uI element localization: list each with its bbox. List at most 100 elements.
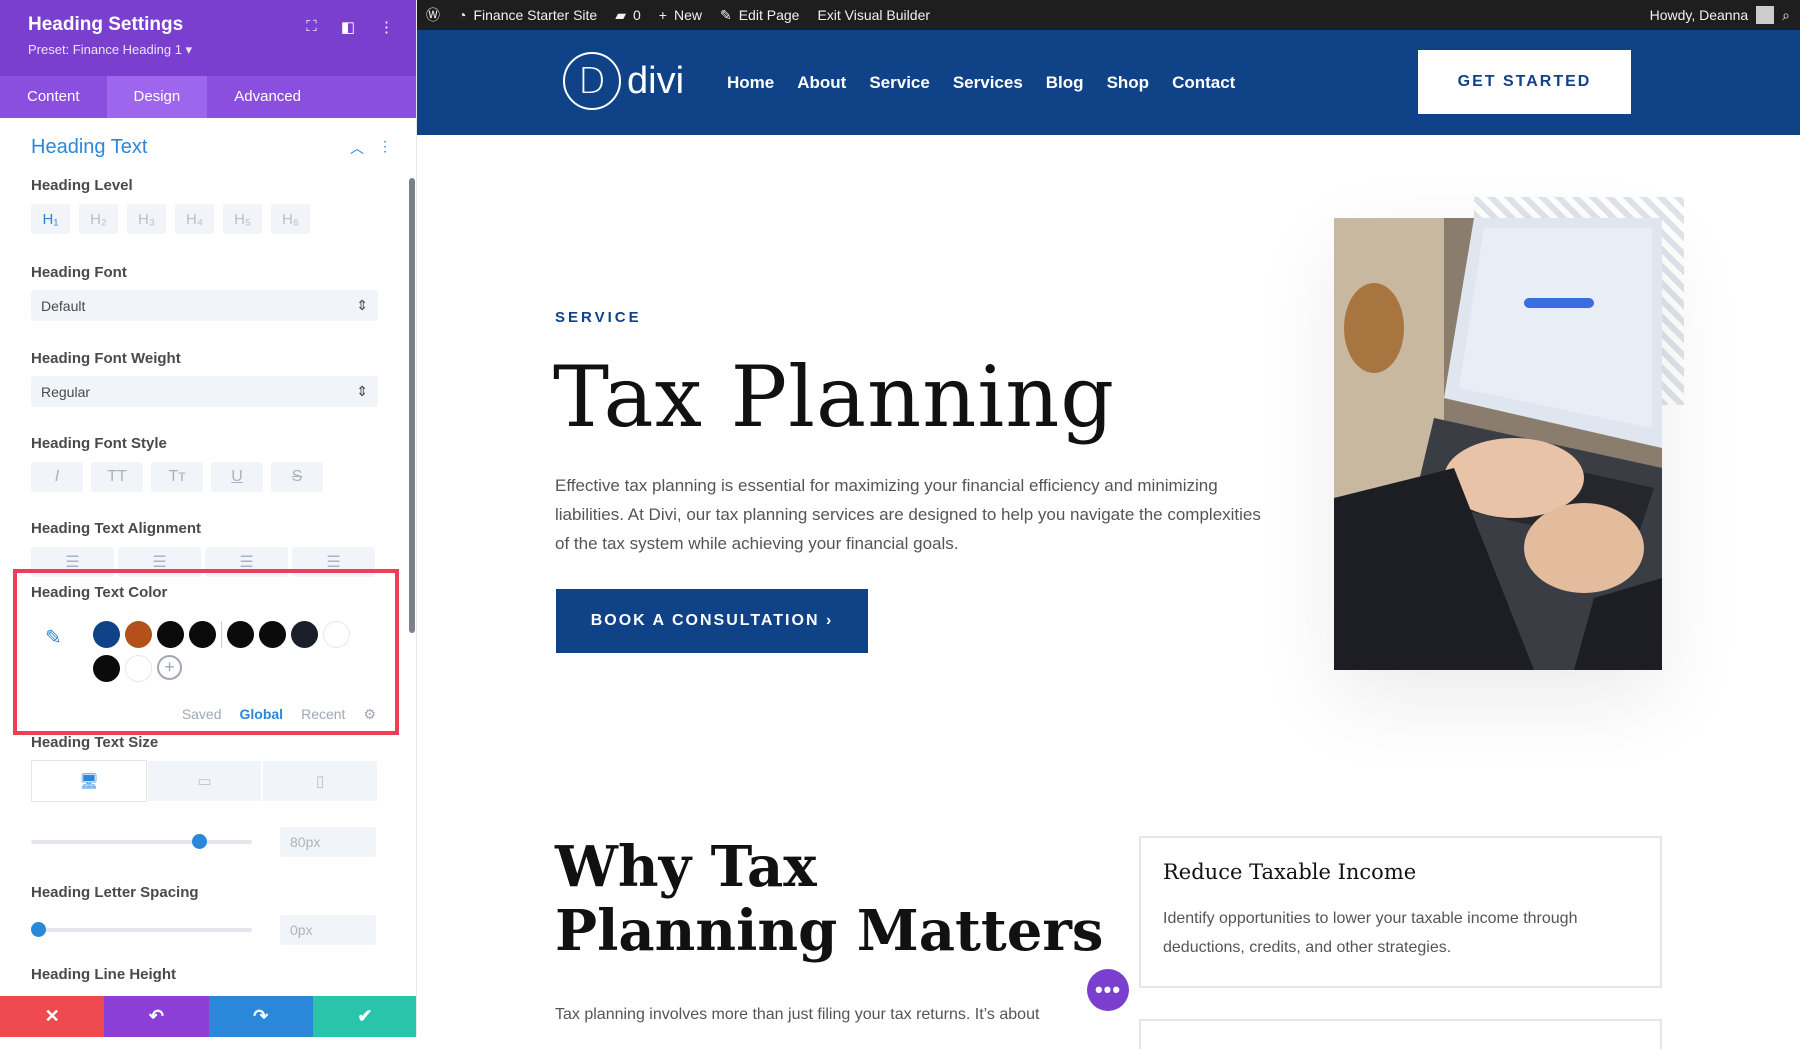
undo-button[interactable]: ↶ bbox=[104, 996, 209, 1037]
text-size-slider[interactable] bbox=[31, 834, 252, 849]
split-view-icon[interactable]: ◧ bbox=[341, 18, 355, 36]
color-swatch[interactable] bbox=[125, 621, 153, 649]
exit-visual-builder-link[interactable]: Exit Visual Builder bbox=[808, 7, 939, 23]
more-options-icon[interactable]: ⋮ bbox=[379, 18, 394, 36]
color-swatch[interactable] bbox=[291, 621, 319, 649]
nav-blog[interactable]: Blog bbox=[1046, 73, 1084, 93]
eyedropper-icon[interactable]: ✎ bbox=[45, 625, 62, 650]
card-text: Identify opportunities to lower your tax… bbox=[1163, 910, 1578, 956]
desktop-icon[interactable]: 🖥 bbox=[31, 760, 147, 802]
cancel-button[interactable]: ✕ bbox=[0, 996, 105, 1037]
heading-font-weight-select[interactable]: Regular ⇕ bbox=[31, 376, 378, 407]
howdy-user[interactable]: Howdy, Deanna bbox=[1650, 7, 1749, 23]
nav-contact[interactable]: Contact bbox=[1172, 73, 1235, 93]
avatar[interactable] bbox=[1756, 6, 1775, 24]
logo-text: divi bbox=[627, 59, 685, 102]
letter-spacing-slider[interactable] bbox=[31, 922, 252, 937]
book-consultation-button[interactable]: BOOK A CONSULTATION › bbox=[556, 589, 868, 653]
comment-icon: ▰ bbox=[615, 6, 626, 23]
feature-card: Reduce Taxable Income Identify opportuni… bbox=[1139, 836, 1662, 988]
select-arrows-icon: ⇕ bbox=[356, 383, 368, 399]
color-swatch[interactable] bbox=[227, 621, 255, 649]
heading-level-h4[interactable]: H₄ bbox=[175, 204, 214, 234]
heading-text-toggle[interactable]: Heading Text ︿ ⋮ bbox=[0, 118, 416, 159]
nav-home[interactable]: Home bbox=[727, 73, 774, 93]
wp-admin-bar: Ⓦ ◔ Finance Starter Site ▰ 0 + New ✎ Edit Pa… bbox=[417, 0, 1800, 30]
strikethrough-button[interactable]: S bbox=[271, 462, 323, 492]
color-swatch[interactable] bbox=[93, 621, 121, 649]
site-name-link[interactable]: ◔ Finance Starter Site bbox=[449, 7, 606, 23]
nav-service[interactable]: Service bbox=[869, 73, 930, 93]
save-button[interactable]: ✔ bbox=[312, 996, 416, 1037]
tab-design[interactable]: Design bbox=[106, 76, 208, 118]
tab-content[interactable]: Content bbox=[0, 76, 107, 118]
new-label: New bbox=[673, 7, 702, 23]
letter-spacing-input[interactable]: 0px bbox=[280, 915, 376, 945]
section-menu-icon[interactable]: ⋮ bbox=[378, 138, 392, 158]
panel-footer: ✕ ↶ ↷ ✔ bbox=[0, 996, 416, 1037]
slider-thumb[interactable] bbox=[191, 834, 207, 849]
heading-font-style-label: Heading Font Style bbox=[31, 435, 167, 452]
site-logo[interactable]: D divi bbox=[563, 52, 684, 110]
phone-icon[interactable]: ▯ bbox=[262, 760, 379, 802]
builder-menu-button[interactable]: ••• bbox=[1087, 969, 1129, 1011]
tab-advanced[interactable]: Advanced bbox=[207, 76, 328, 118]
add-color-icon[interactable]: + bbox=[157, 655, 182, 680]
nav-shop[interactable]: Shop bbox=[1107, 73, 1150, 93]
section-title: Heading Text bbox=[31, 136, 148, 158]
capitalize-button[interactable]: Tт bbox=[151, 462, 203, 492]
heading-font-weight-value: Regular bbox=[41, 383, 91, 400]
italic-button[interactable]: I bbox=[31, 462, 83, 492]
tablet-icon[interactable]: ▭ bbox=[146, 760, 263, 802]
swatch-divider bbox=[221, 621, 222, 648]
text-size-input[interactable]: 80px bbox=[280, 827, 376, 857]
hero-image bbox=[1334, 218, 1662, 670]
heading-font-weight-label: Heading Font Weight bbox=[31, 350, 181, 367]
heading-text-alignment-label: Heading Text Alignment bbox=[31, 520, 202, 537]
search-icon[interactable]: ⌕ bbox=[1782, 7, 1790, 24]
edit-page-label: Edit Page bbox=[738, 7, 800, 23]
expand-icon[interactable]: ⛶ bbox=[306, 18, 317, 36]
heading-level-h1[interactable]: H₁ bbox=[31, 204, 70, 234]
color-tab-global[interactable]: Global bbox=[240, 706, 284, 723]
heading-font-select[interactable]: Default ⇕ bbox=[31, 290, 378, 321]
edit-page-link[interactable]: ✎ Edit Page bbox=[711, 7, 808, 24]
plus-icon: + bbox=[658, 7, 667, 23]
color-swatch[interactable] bbox=[157, 621, 185, 649]
get-started-button[interactable]: GET STARTED bbox=[1418, 50, 1631, 114]
redo-button[interactable]: ↷ bbox=[208, 996, 313, 1037]
color-swatch[interactable] bbox=[259, 621, 287, 649]
heading-level-h5[interactable]: H₅ bbox=[223, 204, 262, 234]
heading-letter-spacing-label: Heading Letter Spacing bbox=[31, 884, 199, 901]
why-text: Tax planning involves more than just fil… bbox=[555, 1006, 1040, 1023]
color-swatch[interactable] bbox=[93, 655, 121, 683]
logo-mark: D bbox=[563, 52, 621, 110]
nav-services[interactable]: Services bbox=[953, 73, 1023, 93]
color-swatch[interactable] bbox=[323, 621, 350, 648]
heading-text-color-group: Heading Text Color ✎ + Saved Global Rece… bbox=[13, 569, 399, 735]
preset-dropdown[interactable]: Preset: Finance Heading 1 ▾ bbox=[28, 42, 388, 58]
underline-button[interactable]: U bbox=[211, 462, 263, 492]
color-swatch[interactable] bbox=[125, 655, 152, 682]
wordpress-logo-icon[interactable]: Ⓦ bbox=[417, 5, 449, 25]
heading-level-h6[interactable]: H₆ bbox=[271, 204, 310, 234]
uppercase-button[interactable]: TT bbox=[91, 462, 143, 492]
heading-line-height-label: Heading Line Height bbox=[31, 966, 177, 983]
heading-level-h2[interactable]: H₂ bbox=[79, 204, 118, 234]
comments-link[interactable]: ▰ 0 bbox=[606, 7, 650, 24]
color-tab-saved[interactable]: Saved bbox=[182, 706, 222, 723]
heading-font-value: Default bbox=[41, 297, 86, 314]
chevron-up-icon[interactable]: ︿ bbox=[350, 138, 364, 158]
heading-level-h3[interactable]: H₃ bbox=[127, 204, 166, 234]
settings-panel: Heading Settings Preset: Finance Heading… bbox=[0, 0, 417, 1037]
new-link[interactable]: + New bbox=[650, 7, 711, 23]
dashboard-icon: ◔ bbox=[458, 7, 467, 23]
gear-icon[interactable]: ⚙ bbox=[363, 706, 376, 723]
slider-thumb[interactable] bbox=[31, 922, 46, 937]
hero-title[interactable]: Tax Planning bbox=[553, 348, 1115, 446]
panel-scrollbar[interactable] bbox=[409, 178, 415, 633]
nav-about[interactable]: About bbox=[797, 73, 846, 93]
color-tab-recent[interactable]: Recent bbox=[301, 706, 345, 723]
panel-header: Heading Settings Preset: Finance Heading… bbox=[0, 0, 416, 76]
color-swatch[interactable] bbox=[189, 621, 217, 649]
